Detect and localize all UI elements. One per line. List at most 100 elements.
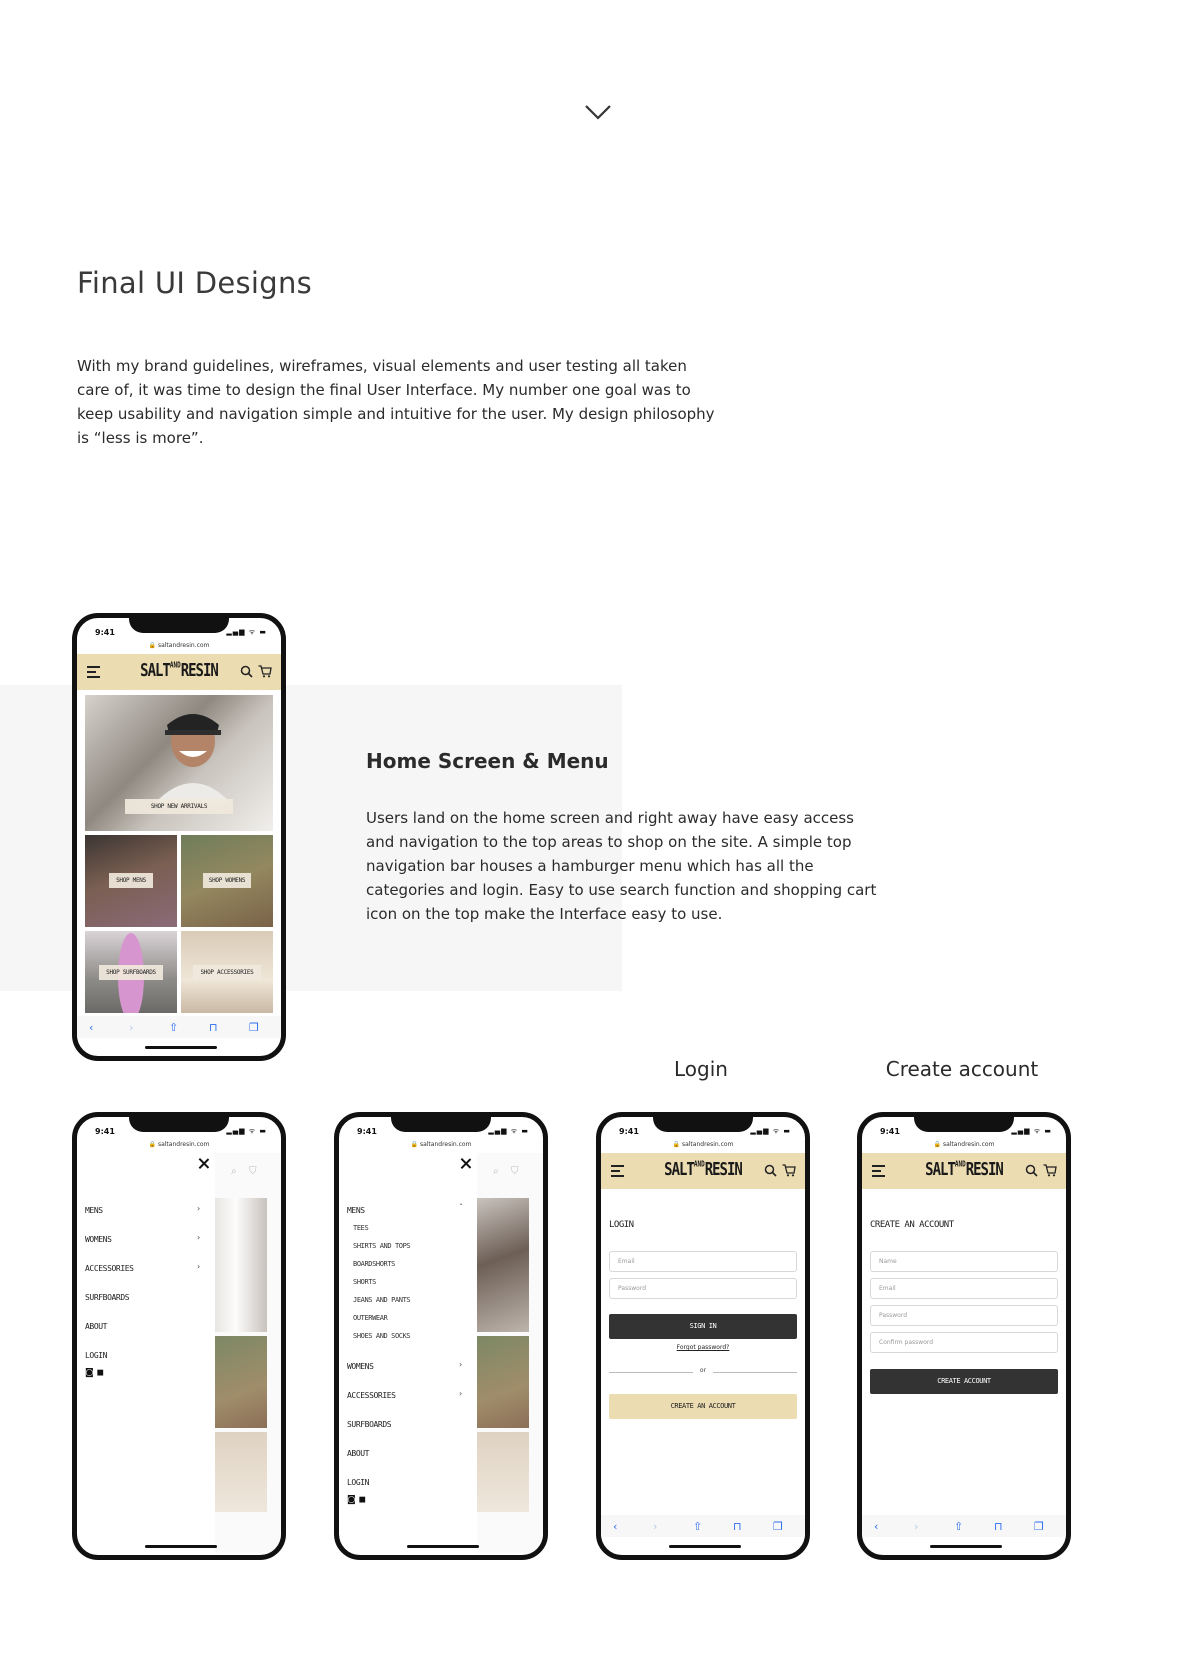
intro-paragraph: With my brand guidelines, wireframes, vi… xyxy=(77,357,715,447)
password-field[interactable]: Password xyxy=(870,1305,1058,1326)
sign-in-button[interactable]: SIGN IN xyxy=(609,1314,797,1339)
create-account-button[interactable]: CREATE AN ACCOUNT xyxy=(609,1394,797,1419)
tabs-icon[interactable]: ❐ xyxy=(249,1021,259,1034)
close-icon[interactable] xyxy=(198,1158,209,1169)
share-icon[interactable]: ⇧ xyxy=(954,1520,963,1533)
create-account-heading: CREATE AN ACCOUNT xyxy=(870,1220,954,1230)
cart-icon[interactable] xyxy=(258,665,272,678)
phone-notch xyxy=(914,1117,1014,1132)
chevron-down-icon[interactable] xyxy=(583,102,613,124)
phone-menu-expanded-screen: 9:41 ▂▄▆ ᯤ ▬ 🔒 saltandresin.com ⌕ ⛉ MENS… xyxy=(334,1112,548,1560)
chevron-down-icon[interactable]: ˇ xyxy=(459,1203,463,1212)
submenu-item[interactable]: OUTERWEAR xyxy=(353,1314,388,1322)
bookmarks-icon[interactable]: ⊓ xyxy=(209,1021,218,1034)
bookmarks-icon[interactable]: ⊓ xyxy=(733,1520,742,1533)
instagram-icon[interactable]: ◙ xyxy=(85,1368,94,1378)
url-bar[interactable]: 🔒 saltandresin.com xyxy=(862,1141,1066,1148)
menu-item-accessories[interactable]: ACCESSORIES xyxy=(347,1391,396,1400)
name-field[interactable]: Name xyxy=(870,1251,1058,1272)
menu-item-surfboards[interactable]: SURFBOARDS xyxy=(85,1293,130,1302)
browser-toolbar: ‹ › ⇧ ⊓ ❐ xyxy=(862,1515,1066,1537)
tile-caption: SHOP ACCESSORIES xyxy=(193,965,261,980)
create-account-button[interactable]: CREATE ACCOUNT xyxy=(870,1369,1058,1394)
submenu-item[interactable]: JEANS AND PANTS xyxy=(353,1296,411,1304)
menu-item-about[interactable]: ABOUT xyxy=(85,1322,107,1331)
home-indicator xyxy=(669,1545,741,1548)
cart-icon[interactable] xyxy=(1043,1164,1057,1177)
status-time: 9:41 xyxy=(357,1127,377,1136)
url-bar[interactable]: 🔒 saltandresin.com xyxy=(77,1141,281,1148)
search-icon: ⌕ xyxy=(231,1166,237,1177)
surfer-photo xyxy=(155,714,231,803)
bookmarks-icon[interactable]: ⊓ xyxy=(994,1520,1003,1533)
menu-item-about[interactable]: ABOUT xyxy=(347,1449,369,1458)
menu-item-mens[interactable]: MENS xyxy=(85,1206,103,1215)
url-text: saltandresin.com xyxy=(157,642,210,649)
social-links: ◙ ◼ xyxy=(85,1368,104,1378)
or-divider: or xyxy=(609,1367,797,1377)
search-icon[interactable] xyxy=(1025,1164,1038,1177)
submenu-item[interactable]: TEES xyxy=(353,1224,369,1232)
tile-womens[interactable]: SHOP WOMENS xyxy=(181,835,273,927)
browser-toolbar: ‹ › ⇧ ⊓ ❐ xyxy=(601,1515,805,1537)
phone-notch xyxy=(129,1117,229,1132)
tile-new-arrivals[interactable]: SHOP NEW ARRIVALS xyxy=(85,695,273,831)
submenu-item[interactable]: BOARDSHORTS xyxy=(353,1260,395,1268)
tabs-icon[interactable]: ❐ xyxy=(1034,1520,1044,1533)
password-field[interactable]: Password xyxy=(609,1278,797,1299)
back-icon[interactable]: ‹ xyxy=(874,1520,878,1533)
submenu-item[interactable]: SHOES AND SOCKS xyxy=(353,1332,411,1340)
tile-mens[interactable]: SHOP MENS xyxy=(85,835,177,927)
phone-notch xyxy=(129,618,229,633)
cart-icon[interactable] xyxy=(782,1164,796,1177)
submenu-item[interactable]: SHIRTS AND TOPS xyxy=(353,1242,411,1250)
tile-accessories[interactable]: SHOP ACCESSORIES xyxy=(181,931,273,1013)
home-section-paragraph: Users land on the home screen and right … xyxy=(366,809,877,923)
forward-icon[interactable]: › xyxy=(653,1520,657,1533)
chevron-right-icon[interactable]: › xyxy=(459,1389,462,1398)
login-heading: LOGIN xyxy=(609,1220,634,1230)
search-icon[interactable] xyxy=(764,1164,777,1177)
back-icon[interactable]: ‹ xyxy=(89,1021,93,1034)
search-icon: ⌕ xyxy=(493,1166,499,1177)
home-indicator xyxy=(145,1046,217,1049)
menu-item-surfboards[interactable]: SURFBOARDS xyxy=(347,1420,392,1429)
share-icon[interactable]: ⇧ xyxy=(693,1520,702,1533)
phone-menu-screen: 9:41 ▂▄▆ ᯤ ▬ 🔒 saltandresin.com ⌕ ⛉ MENS… xyxy=(72,1112,286,1560)
menu-item-womens[interactable]: WOMENS xyxy=(347,1362,374,1371)
email-field[interactable]: Email xyxy=(609,1251,797,1272)
share-icon[interactable]: ⇧ xyxy=(169,1021,178,1034)
search-icon[interactable] xyxy=(240,665,253,678)
chevron-right-icon[interactable]: › xyxy=(197,1204,200,1213)
url-bar[interactable]: 🔒 saltandresin.com xyxy=(339,1141,543,1148)
cart-icon: ⛉ xyxy=(511,1166,519,1177)
menu-item-mens[interactable]: MENS xyxy=(347,1206,365,1215)
facebook-icon[interactable]: ◼ xyxy=(97,1368,104,1378)
status-icons: ▂▄▆ ᯤ ▬ xyxy=(750,1127,791,1135)
menu-item-accessories[interactable]: ACCESSORIES xyxy=(85,1264,134,1273)
menu-backdrop-page: ⌕ ⛉ xyxy=(477,1153,543,1553)
menu-item-womens[interactable]: WOMENS xyxy=(85,1235,112,1244)
tabs-icon[interactable]: ❐ xyxy=(773,1520,783,1533)
tile-surfboards[interactable]: SHOP SURFBOARDS xyxy=(85,931,177,1013)
facebook-icon[interactable]: ◼ xyxy=(359,1495,366,1505)
back-icon[interactable]: ‹ xyxy=(613,1520,617,1533)
chevron-right-icon[interactable]: › xyxy=(197,1262,200,1271)
forgot-password-link[interactable]: Forgot password? xyxy=(601,1344,805,1351)
url-bar[interactable]: 🔒 saltandresin.com xyxy=(601,1141,805,1148)
confirm-password-field[interactable]: Confirm password xyxy=(870,1332,1058,1353)
forward-icon[interactable]: › xyxy=(129,1021,133,1034)
email-field[interactable]: Email xyxy=(870,1278,1058,1299)
menu-item-login[interactable]: LOGIN xyxy=(347,1478,369,1487)
cart-icon: ⛉ xyxy=(249,1166,257,1177)
instagram-icon[interactable]: ◙ xyxy=(347,1495,356,1505)
chevron-right-icon[interactable]: › xyxy=(197,1233,200,1242)
submenu-item[interactable]: SHORTS xyxy=(353,1278,376,1286)
status-icons: ▂▄▆ ᯤ ▬ xyxy=(488,1127,529,1135)
menu-item-login[interactable]: LOGIN xyxy=(85,1351,107,1360)
chevron-right-icon[interactable]: › xyxy=(459,1360,462,1369)
close-icon[interactable] xyxy=(460,1158,471,1169)
phone-notch xyxy=(653,1117,753,1132)
url-bar[interactable]: 🔒 saltandresin.com xyxy=(77,642,281,649)
forward-icon[interactable]: › xyxy=(914,1520,918,1533)
